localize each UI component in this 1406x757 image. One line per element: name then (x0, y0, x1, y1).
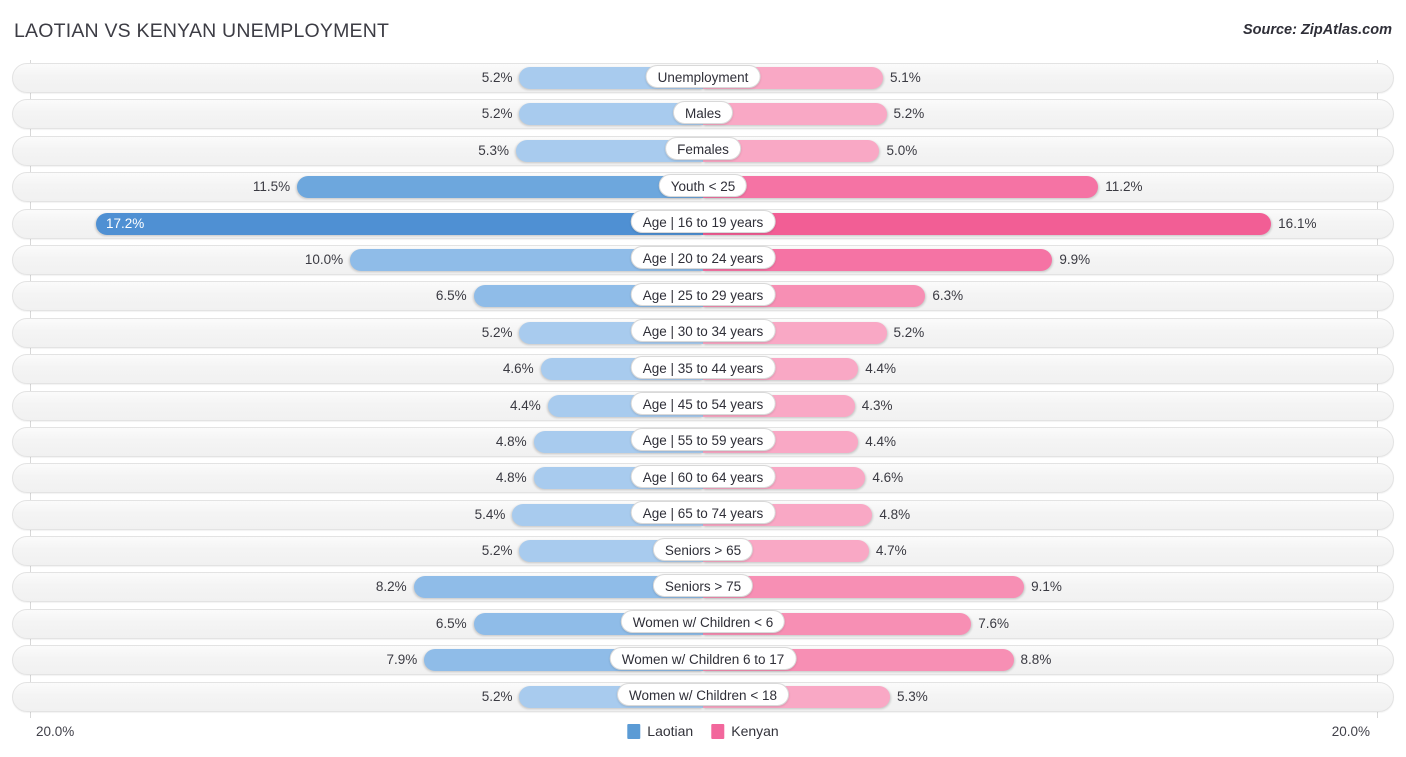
bar-laotian (96, 212, 703, 235)
bar-row: 4.8% 4.4% Age | 55 to 59 years (0, 424, 1406, 460)
bar-row: 6.5% 6.3% Age | 25 to 29 years (0, 278, 1406, 314)
legend-swatch-icon (627, 723, 641, 739)
category-label: Females (665, 137, 741, 161)
bar-row: 5.3% 5.0% Females (0, 133, 1406, 169)
category-label: Women w/ Children < 18 (617, 683, 789, 707)
bar-row: 5.2% 5.3% Women w/ Children < 18 (0, 679, 1406, 715)
value-label-kenyan: 4.6% (872, 470, 904, 486)
value-label-kenyan: 7.6% (978, 615, 1009, 631)
category-label: Age | 20 to 24 years (630, 246, 776, 270)
category-label: Males (672, 100, 734, 124)
category-label: Age | 16 to 19 years (630, 210, 776, 234)
page-title: LAOTIAN VS KENYAN UNEMPLOYMENT (14, 20, 390, 42)
bar-row: 5.2% 4.7% Seniors > 65 (0, 533, 1406, 569)
bar-kenyan (703, 176, 1099, 199)
category-label: Women w/ Children < 6 (620, 610, 786, 634)
bar-row: 17.2% 16.1% Age | 16 to 19 years (0, 206, 1406, 242)
category-label: Age | 45 to 54 years (630, 392, 776, 416)
bar-row: 4.8% 4.6% Age | 60 to 64 years (0, 460, 1406, 496)
category-label: Age | 25 to 29 years (630, 282, 776, 306)
chart-header: LAOTIAN VS KENYAN UNEMPLOYMENT Source: Z… (0, 0, 1406, 58)
value-label-laotian: 5.2% (481, 688, 513, 704)
value-label-kenyan: 5.3% (897, 688, 928, 704)
axis-label-left-max: 20.0% (36, 724, 75, 739)
bar-row: 4.6% 4.4% Age | 35 to 44 years (0, 351, 1406, 387)
value-label-laotian: 10.0% (304, 251, 344, 267)
chart-legend: Laotian Kenyan (627, 723, 779, 739)
axis-label-right-max: 20.0% (1331, 724, 1370, 739)
bar-row: 6.5% 7.6% Women w/ Children < 6 (0, 606, 1406, 642)
value-label-kenyan: 5.0% (886, 142, 918, 158)
value-label-kenyan: 5.2% (893, 324, 925, 340)
legend-swatch-icon (711, 723, 725, 739)
bar-rows-container: 5.2% 5.1% Unemployment 5.2% 5.2% Males 5.3% 5.0… (0, 60, 1406, 715)
category-label: Seniors > 75 (652, 573, 754, 597)
value-label-laotian: 4.4% (509, 397, 541, 413)
value-label-laotian: 11.5% (252, 179, 291, 195)
category-label: Age | 35 to 44 years (630, 355, 776, 379)
source-attribution: Source: ZipAtlas.com (1242, 22, 1392, 38)
bar-row: 5.4% 4.8% Age | 65 to 74 years (0, 497, 1406, 533)
value-label-laotian: 5.2% (481, 106, 513, 122)
value-label-kenyan: 4.7% (875, 543, 907, 559)
value-label-laotian: 6.5% (435, 615, 467, 631)
bar-row: 7.9% 8.8% Women w/ Children 6 to 17 (0, 642, 1406, 678)
category-label: Youth < 25 (658, 173, 748, 197)
value-label-laotian: 17.2% (106, 215, 145, 231)
bar-kenyan (703, 212, 1272, 235)
category-label: Seniors > 65 (652, 537, 754, 561)
value-label-laotian: 4.8% (495, 433, 527, 449)
value-label-laotian: 4.8% (495, 470, 527, 486)
category-label: Women w/ Children 6 to 17 (609, 646, 797, 670)
value-label-laotian: 6.5% (435, 288, 467, 304)
bar-row: 5.2% 5.2% Males (0, 96, 1406, 132)
value-label-kenyan: 8.8% (1020, 652, 1052, 668)
bar-laotian (297, 176, 703, 199)
value-label-kenyan: 6.3% (932, 288, 964, 304)
value-label-laotian: 8.2% (375, 579, 407, 595)
chart-footer: 20.0% Laotian Kenyan 20.0% (0, 718, 1406, 757)
bar-row: 10.0% 9.9% Age | 20 to 24 years (0, 242, 1406, 278)
value-label-laotian: 5.2% (481, 543, 513, 559)
value-label-kenyan: 4.3% (861, 397, 893, 413)
bar-row: 8.2% 9.1% Seniors > 75 (0, 569, 1406, 605)
value-label-kenyan: 11.2% (1105, 179, 1143, 195)
category-label: Age | 55 to 59 years (630, 428, 776, 452)
value-label-kenyan: 16.1% (1278, 215, 1317, 231)
value-label-kenyan: 5.1% (889, 70, 921, 85)
bar-row: 11.5% 11.2% Youth < 25 (0, 169, 1406, 205)
value-label-laotian: 7.9% (386, 652, 418, 668)
bar-row: 5.2% 5.2% Age | 30 to 34 years (0, 315, 1406, 351)
category-label: Age | 65 to 74 years (630, 501, 776, 525)
legend-label: Kenyan (731, 723, 779, 739)
value-label-laotian: 5.2% (481, 324, 513, 340)
value-label-kenyan: 4.8% (879, 506, 911, 522)
legend-item[interactable]: Kenyan (711, 723, 779, 739)
category-label: Unemployment (645, 64, 761, 88)
value-label-kenyan: 4.4% (865, 433, 897, 449)
value-label-laotian: 4.6% (502, 361, 534, 377)
value-label-kenyan: 9.1% (1031, 579, 1062, 595)
legend-item[interactable]: Laotian (627, 723, 693, 739)
value-label-kenyan: 4.4% (865, 361, 897, 377)
value-label-laotian: 5.2% (481, 70, 513, 85)
legend-label: Laotian (647, 723, 694, 739)
bar-row: 4.4% 4.3% Age | 45 to 54 years (0, 388, 1406, 424)
chart-plot-area: 5.2% 5.1% Unemployment 5.2% 5.2% Males 5.3% 5.0… (0, 60, 1406, 718)
value-label-kenyan: 5.2% (893, 106, 925, 122)
bar-row: 5.2% 5.1% Unemployment (0, 60, 1406, 96)
category-label: Age | 30 to 34 years (630, 319, 776, 343)
category-label: Age | 60 to 64 years (630, 464, 776, 488)
value-label-laotian: 5.3% (478, 142, 509, 158)
value-label-kenyan: 9.9% (1059, 251, 1091, 267)
value-label-laotian: 5.4% (474, 506, 506, 522)
